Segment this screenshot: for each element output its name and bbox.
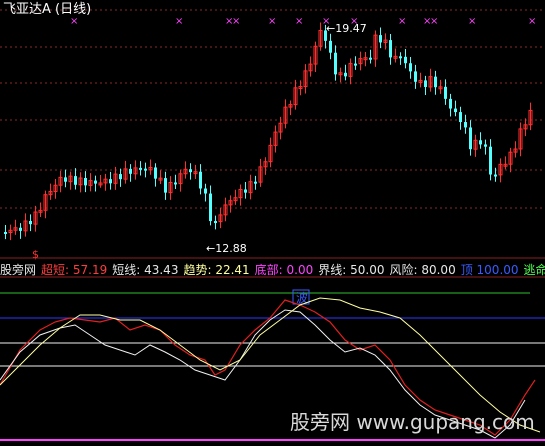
candle-body <box>144 168 147 171</box>
candle-body <box>119 174 122 180</box>
candle-body <box>424 80 427 87</box>
legend-value: 80.00 <box>417 263 456 277</box>
signal-marker: × <box>468 16 476 27</box>
signal-marker: × <box>175 16 183 27</box>
candle-body <box>389 40 392 58</box>
candle-body <box>174 182 177 185</box>
legend-label: 逃命: <box>523 263 545 277</box>
candle-body <box>494 174 497 177</box>
candle-body <box>334 52 337 75</box>
candle-body <box>484 144 487 147</box>
candle-body <box>199 171 202 189</box>
candle-body <box>19 227 22 231</box>
candle-body <box>109 179 112 184</box>
candle-body <box>74 176 77 185</box>
candle-body <box>154 167 157 179</box>
indicator-legend: 股旁网 超短: 57.19 短线: 43.43 趋势: 22.41 底部: 0.00 界线… <box>0 262 545 278</box>
signal-marker: × <box>232 16 240 27</box>
candle-body <box>189 169 192 173</box>
price-chart[interactable]: × × ×× × × × × × ×× × ×←19.47←12.88$波 <box>0 0 545 446</box>
legend-item: 底部: 0.00 <box>255 262 314 278</box>
legend-item: 逃命: <box>524 262 545 278</box>
candle-body <box>4 232 7 234</box>
price-high-label: ←19.47 <box>326 22 367 35</box>
legend-label: 超短: <box>41 263 70 277</box>
legend-item: 短线: 43.43 <box>112 262 178 278</box>
candle-body <box>129 168 132 174</box>
candle-body <box>94 180 97 184</box>
legend-label: 短线: <box>112 263 141 277</box>
candle-body <box>449 98 452 109</box>
watermark: 股旁网 www.gupang.com <box>290 410 535 434</box>
candle-body <box>354 63 357 66</box>
candle-body <box>164 178 167 193</box>
chart-title: 飞亚达A (日线) <box>3 2 92 17</box>
candle-body <box>479 140 482 145</box>
candle-body <box>409 63 412 72</box>
candle-body <box>459 112 462 123</box>
candle-body <box>344 72 347 77</box>
candle-body <box>404 56 407 64</box>
candle-body <box>454 108 457 113</box>
candle-body <box>204 188 207 194</box>
candle-body <box>434 76 437 88</box>
legend-label: 股旁网 <box>0 263 37 277</box>
candle-body <box>399 56 402 59</box>
candle-body <box>244 189 247 193</box>
legend-label: 趋势: <box>183 263 212 277</box>
legend-value: 57.19 <box>69 263 108 277</box>
candle-body <box>139 167 142 170</box>
signal-marker: × <box>430 16 438 27</box>
signal-marker: × <box>268 16 276 27</box>
candle-body <box>379 35 382 43</box>
legend-value: 22.41 <box>211 263 250 277</box>
legend-item: 顶 100.00 <box>461 262 519 278</box>
candle-body <box>489 146 492 175</box>
signal-marker: × <box>398 16 406 27</box>
chart-stage[interactable]: × × × × × × × × × × × × × ←19.47 ←12.88 $ 波 <box>0 0 545 446</box>
candle-body <box>84 178 87 186</box>
candle-body <box>29 220 32 225</box>
candle-body <box>64 177 67 182</box>
candle-body <box>254 181 257 184</box>
legend-label: 风险: <box>389 263 418 277</box>
legend-item: 股旁网 <box>0 262 36 278</box>
legend-value: 43.43 <box>140 263 179 277</box>
legend-value: 50.00 <box>346 263 385 277</box>
price-low-label: ←12.88 <box>206 242 247 255</box>
candle-body <box>469 127 472 150</box>
signal-letter: $ <box>32 248 39 261</box>
candle-body <box>444 86 447 99</box>
signal-marker: × <box>70 16 78 27</box>
candle-body <box>209 193 212 222</box>
legend-label: 顶 <box>460 263 473 277</box>
candle-body <box>464 122 467 128</box>
legend-item: 超短: 57.19 <box>41 262 107 278</box>
legend-item: 风险: 80.00 <box>389 262 455 278</box>
candle-body <box>214 221 217 224</box>
candle-body <box>329 40 332 53</box>
signal-marker: × <box>528 16 536 27</box>
legend-value: 0.00 <box>282 263 314 277</box>
legend-label: 界线: <box>318 263 347 277</box>
candle-body <box>414 71 417 82</box>
legend-value: 100.00 <box>472 263 519 277</box>
candle-body <box>369 57 372 60</box>
signal-marker: × <box>295 16 303 27</box>
legend-item: 趋势: 22.41 <box>183 262 249 278</box>
legend-label: 底部: <box>254 263 283 277</box>
legend-item: 界线: 50.00 <box>318 262 384 278</box>
